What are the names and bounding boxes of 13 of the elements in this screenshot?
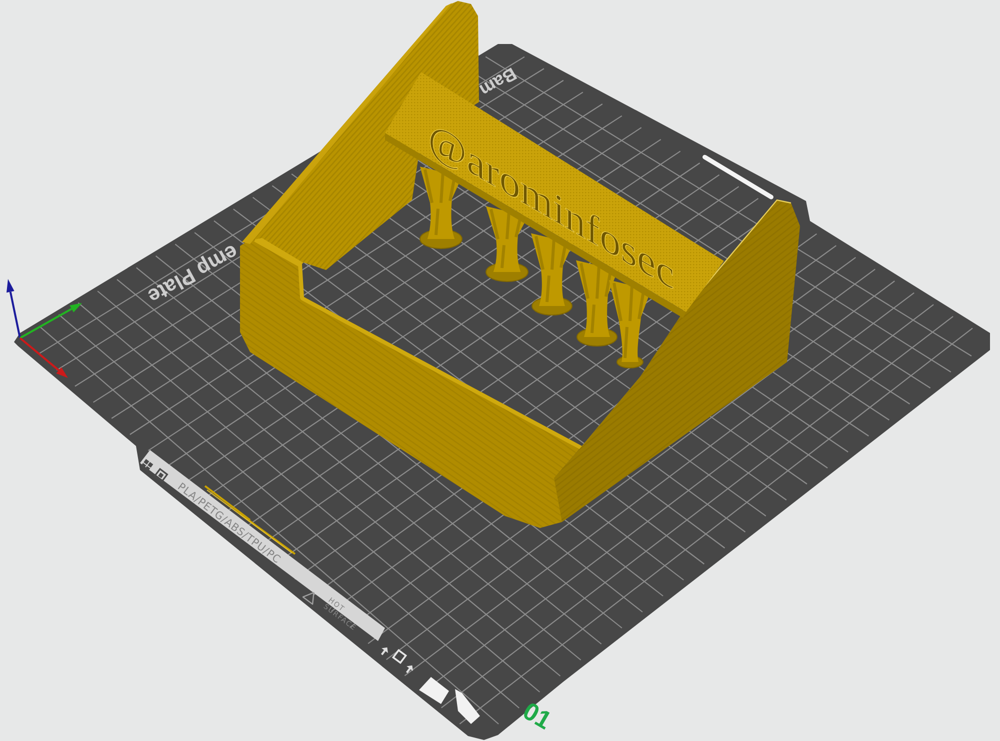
warning-icon <box>302 592 314 605</box>
bed-cutout <box>419 677 449 704</box>
grid-icon <box>140 459 154 472</box>
arrow-icon <box>406 665 413 674</box>
arrow-icon <box>380 647 388 656</box>
plate-icon <box>153 468 168 483</box>
plate-brand-text: Bam <box>476 64 520 100</box>
plate-number: 01 <box>518 696 556 736</box>
y-axis-arrow <box>20 303 82 339</box>
z-axis-arrow <box>6 279 21 338</box>
bed-cutout <box>455 689 480 724</box>
x-axis-arrow <box>19 337 68 378</box>
plate-name-text: emp Plate <box>144 240 242 308</box>
